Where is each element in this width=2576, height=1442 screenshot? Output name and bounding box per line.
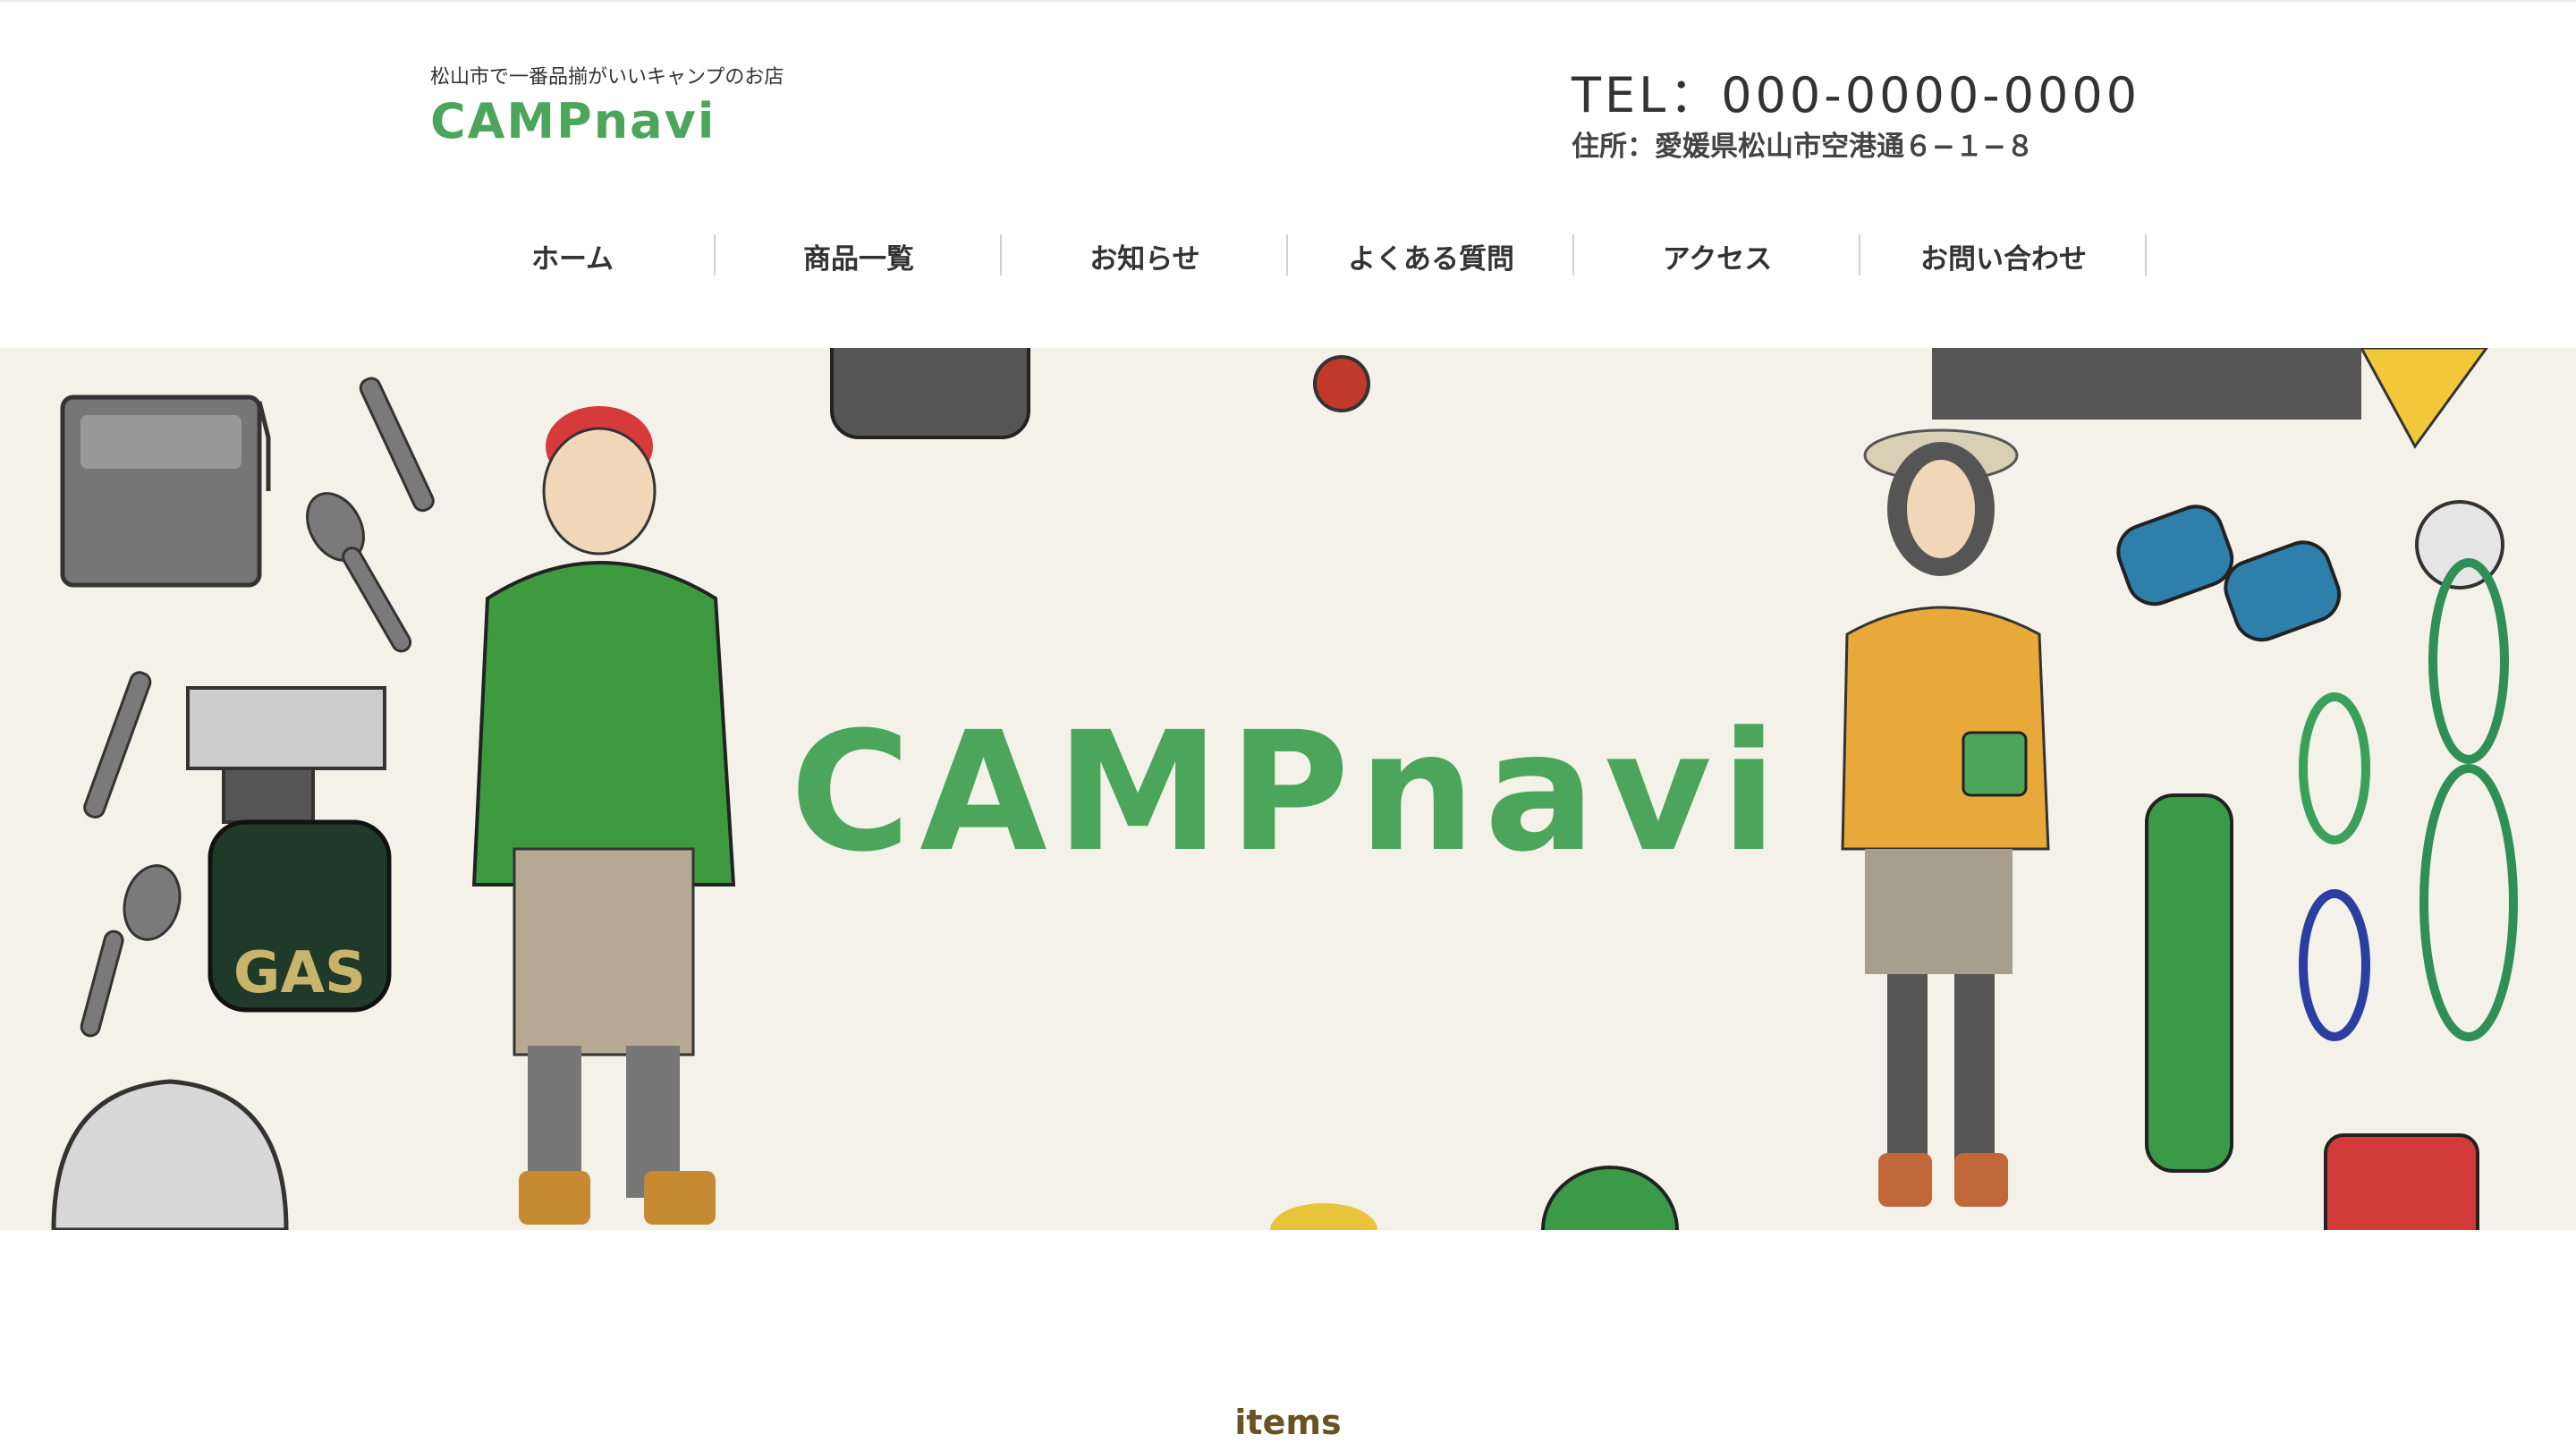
nav-item-news[interactable]: お知らせ [1002, 231, 1288, 281]
phone-number[interactable]: TEL：000-0000-0000 [1572, 55, 2140, 126]
pot-illustration [51, 1079, 289, 1230]
nav-item-home[interactable]: ホーム [429, 231, 716, 281]
green-pot-illustration [1541, 1166, 1679, 1230]
carabiner-blue-icon [2299, 889, 2370, 1041]
gas-can-label: GAS [233, 940, 366, 1006]
nav-item-faq[interactable]: よくある質問 [1288, 231, 1574, 281]
hero-banner: GAS CAMPnavi [0, 348, 2576, 1230]
nav-item-access[interactable]: アクセス [1574, 231, 1860, 281]
top-border [0, 0, 2576, 2]
site-logo[interactable]: CAMPnavi [430, 93, 716, 149]
red-case-illustration [2324, 1133, 2479, 1230]
dark-gear-illustration [1932, 348, 2361, 420]
binoculars-illustration [2116, 505, 2342, 642]
mess-tin-illustration [60, 394, 271, 588]
yellow-item-illustration [1270, 1203, 1377, 1230]
tent-illustration [2360, 348, 2488, 449]
shop-address: 住所：愛媛県松山市空港通６−１−８ [1572, 131, 2034, 163]
red-gear-illustration [1313, 355, 1370, 412]
nav-item-contact[interactable]: お問い合わせ [1860, 231, 2147, 281]
bag-illustration [830, 348, 1030, 439]
site-tagline: 松山市で一番品揃がいいキャンプのお店 [430, 66, 784, 89]
section-title-items: items [1234, 1402, 1342, 1442]
main-nav: ホーム 商品一覧 お知らせ よくある質問 アクセス お問い合わせ [429, 231, 2147, 281]
hero-logo: CAMPnavi [790, 697, 1786, 888]
nav-item-products[interactable]: 商品一覧 [716, 231, 1002, 281]
